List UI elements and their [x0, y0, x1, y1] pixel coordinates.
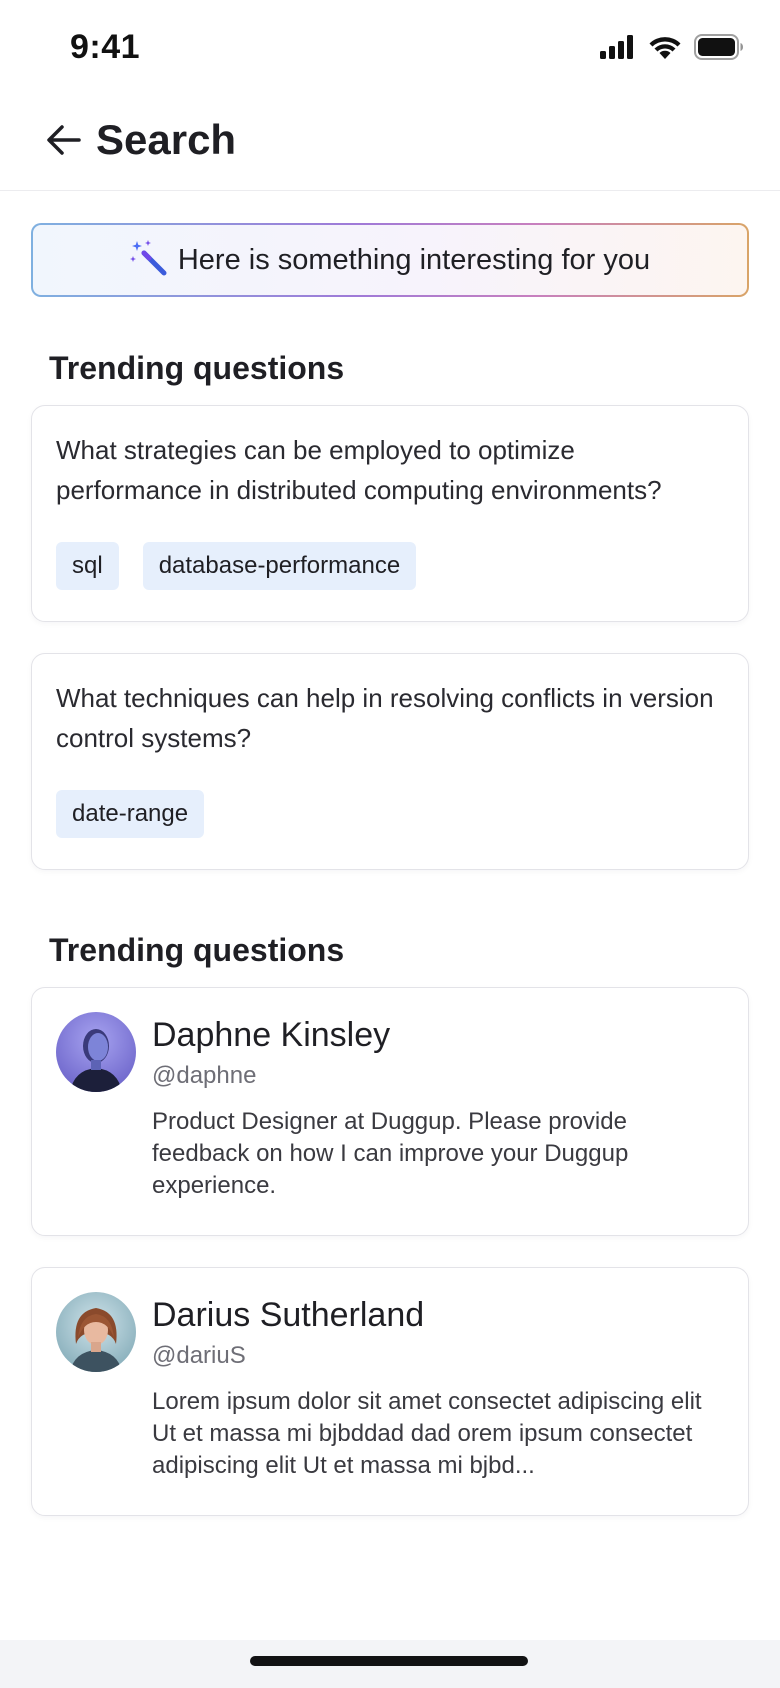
avatar[interactable]	[56, 1292, 136, 1372]
person-name[interactable]: Daphne Kinsley	[152, 1016, 390, 1055]
home-indicator[interactable]	[250, 1656, 528, 1666]
person-card[interactable]: Darius Sutherland @dariuS Lorem ipsum do…	[31, 1267, 749, 1516]
status-bar: 9:41	[0, 0, 780, 96]
status-time: 9:41	[70, 28, 141, 66]
wifi-icon	[648, 34, 682, 65]
question-text: What strategies can be employed to optim…	[56, 435, 662, 505]
avatar[interactable]	[56, 1012, 136, 1092]
suggestion-banner[interactable]: Here is something interesting for you	[31, 223, 749, 297]
battery-icon	[694, 34, 744, 65]
question-text: What techniques can help in resolving co…	[56, 683, 714, 753]
tag-chip[interactable]: database-performance	[142, 542, 417, 590]
tag-list: sql database-performance	[56, 542, 417, 590]
tag-chip[interactable]: sql	[56, 542, 119, 590]
person-card[interactable]: Daphne Kinsley @daphne Product Designer …	[31, 987, 749, 1236]
status-icons	[600, 34, 744, 65]
page-title: Search	[96, 116, 237, 163]
person-name[interactable]: Darius Sutherland	[152, 1296, 424, 1335]
person-handle: @daphne	[152, 1062, 257, 1089]
question-card[interactable]: What strategies can be employed to optim…	[31, 405, 749, 622]
question-card[interactable]: What techniques can help in resolving co…	[31, 653, 749, 870]
person-handle: @dariuS	[152, 1342, 246, 1369]
arrow-left-icon	[46, 124, 82, 161]
section-title-people: Trending questions	[49, 932, 345, 968]
person-bio: Product Designer at Duggup. Please provi…	[152, 1108, 629, 1199]
tag-list: date-range	[56, 790, 205, 838]
suggestion-banner-inner: Here is something interesting for you	[33, 225, 747, 295]
header: Search	[0, 96, 780, 191]
section-title-questions: Trending questions	[49, 350, 345, 386]
banner-text: Here is something interesting for you	[177, 243, 651, 276]
signal-icon	[600, 35, 636, 64]
person-bio: Lorem ipsum dolor sit amet consectet adi…	[152, 1388, 702, 1479]
magic-wand-icon	[129, 239, 168, 282]
back-button[interactable]	[40, 118, 88, 166]
tag-chip[interactable]: date-range	[56, 790, 205, 838]
